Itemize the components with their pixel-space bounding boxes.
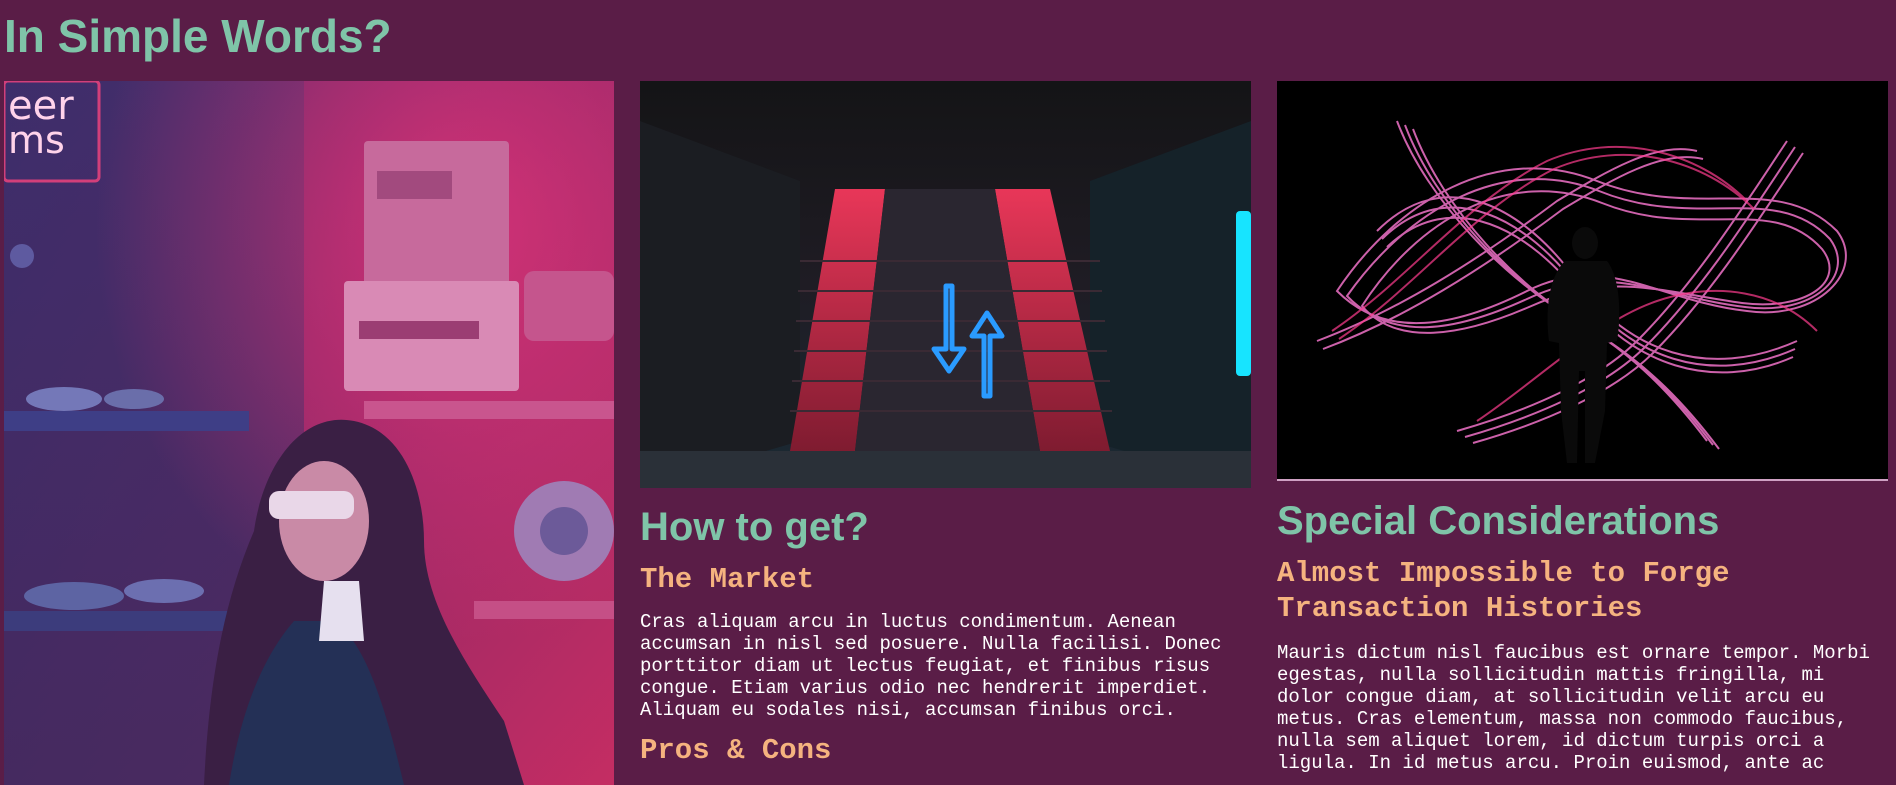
forge-heading: Almost Impossible to Forge Transaction H… xyxy=(1277,557,1730,625)
neon-stairs-photo xyxy=(640,81,1251,488)
how-to-get-section: How to get? The Market Cras aliquam arcu… xyxy=(640,504,1240,768)
neon-room-photo: eer ms xyxy=(4,81,614,785)
forge-paragraph: Mauris dictum nisl faucibus est ornare t… xyxy=(1277,642,1870,774)
special-considerations-section: Special Considerations Almost Impossible… xyxy=(1277,498,1887,774)
pros-cons-heading: Pros & Cons xyxy=(640,734,832,767)
page-title: In Simple Words? xyxy=(4,10,392,62)
how-to-get-heading: How to get? xyxy=(640,505,869,549)
light-trails-photo xyxy=(1277,81,1888,481)
special-considerations-heading: Special Considerations xyxy=(1277,499,1720,543)
svg-text:ms: ms xyxy=(8,118,65,162)
market-heading: The Market xyxy=(640,563,815,596)
market-paragraph: Cras aliquam arcu in luctus condimentum.… xyxy=(640,611,1222,721)
